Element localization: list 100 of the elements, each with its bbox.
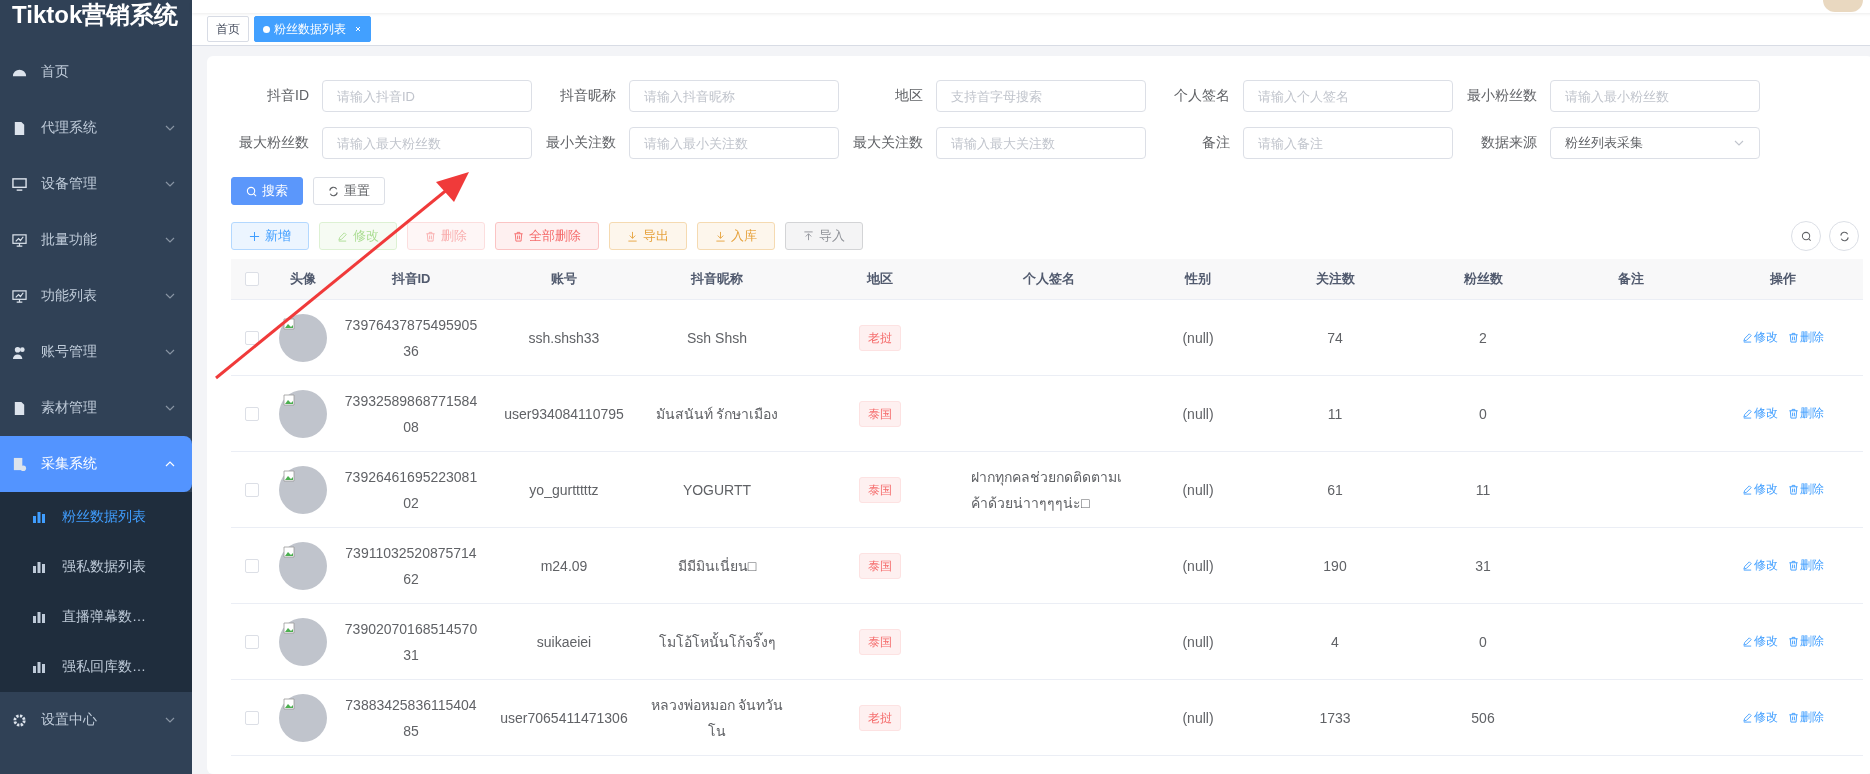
filter-label: 数据来源 <box>1480 134 1537 152</box>
search-form-button[interactable]: 重置 <box>313 177 385 205</box>
row-action-link[interactable]: 修改 <box>1742 633 1778 650</box>
checkbox[interactable] <box>245 558 259 573</box>
checkbox[interactable] <box>245 710 259 725</box>
checkbox[interactable] <box>245 482 259 497</box>
row-action-link[interactable]: 删除 <box>1788 709 1824 726</box>
button-icon <box>1788 712 1799 723</box>
search-icon <box>246 185 257 197</box>
menu-icon <box>12 232 27 248</box>
table-cell-text: 11 <box>1327 404 1343 424</box>
button-icon <box>1742 484 1753 495</box>
table-cell-text: มันสนันท์ รักษาเมือง <box>654 404 780 424</box>
row-action-link[interactable]: 修改 <box>1742 481 1778 498</box>
app-title: Tiktok营销系统 <box>11 0 180 30</box>
bar-chart-icon <box>32 560 46 574</box>
table-cell-text: (null) <box>1182 404 1214 424</box>
page-tab[interactable]: 首页 <box>207 16 249 42</box>
row-action-link[interactable]: 删除 <box>1788 557 1824 574</box>
submenu-item[interactable]: 直播弹幕数… <box>0 592 192 642</box>
bar-chart-icon <box>32 510 46 524</box>
toolbar-button[interactable]: 导出 <box>609 222 687 250</box>
button-icon <box>1742 636 1753 647</box>
region-tag: 泰国 <box>859 552 901 579</box>
sidebar-item[interactable]: 批量功能 <box>0 212 192 268</box>
input-field[interactable]: 请输入抖音ID <box>322 80 532 112</box>
toolbar-button[interactable]: 入库 <box>697 222 775 250</box>
table-cell-text: 7388342583611540485 <box>344 695 478 741</box>
table-cell-text: หลวงพ่อหมอก จันทวันโน <box>649 695 785 741</box>
filter-label: 最小粉丝数 <box>1466 87 1537 105</box>
submenu-item[interactable]: 强私数据列表 <box>0 542 192 592</box>
toolbar-button[interactable]: 全部删除 <box>495 222 599 250</box>
toolbar-button[interactable]: 导入 <box>785 222 863 250</box>
region-tag: 泰国 <box>859 628 901 655</box>
toolbar-button[interactable]: 新增 <box>231 222 309 250</box>
input-field[interactable]: 请输入最大粉丝数 <box>322 127 532 159</box>
input-field[interactable]: 请输入抖音昵称 <box>629 80 839 112</box>
table-cell-text: มีมีมินเนี่ยน□ <box>676 556 758 576</box>
input-field[interactable]: 请输入个人签名 <box>1243 80 1453 112</box>
row-action-link[interactable]: 删除 <box>1788 329 1824 346</box>
checkbox[interactable] <box>245 272 259 286</box>
button-icon <box>1788 560 1799 571</box>
sidebar-item[interactable]: 设备管理 <box>0 156 192 212</box>
column-header: 地区 <box>867 270 893 288</box>
column-header: 头像 <box>290 270 316 288</box>
input-field[interactable]: 请输入备注 <box>1243 127 1453 159</box>
checkbox[interactable] <box>245 330 259 345</box>
region-tag: 泰国 <box>859 400 901 427</box>
row-action-link[interactable]: 修改 <box>1742 405 1778 422</box>
input-field[interactable]: 请输入最小粉丝数 <box>1550 80 1760 112</box>
sidebar-item[interactable]: 账号管理 <box>0 324 192 380</box>
row-action-link[interactable]: 修改 <box>1742 709 1778 726</box>
sidebar-item[interactable]: 素材管理 <box>0 380 192 436</box>
input-field[interactable]: 支持首字母搜索 <box>936 80 1146 112</box>
table-cell-text: 74 <box>1327 328 1343 348</box>
column-header: 抖音昵称 <box>691 270 743 288</box>
menu-icon <box>12 288 27 304</box>
select-field[interactable]: 粉丝列表采集 <box>1550 127 1760 159</box>
sidebar-item[interactable]: 首页 <box>0 44 192 100</box>
submenu-item[interactable]: 粉丝数据列表 <box>0 492 192 542</box>
close-icon[interactable] <box>354 25 362 33</box>
table-cell-text: YOGURTT <box>681 480 753 500</box>
table-cell-text: 506 <box>1471 708 1495 728</box>
button-icon <box>803 230 814 242</box>
checkbox[interactable] <box>245 406 259 421</box>
row-action-link[interactable]: 删除 <box>1788 481 1824 498</box>
row-action-link[interactable]: 删除 <box>1788 633 1824 650</box>
table-cell-text: 31 <box>1475 556 1491 576</box>
sidebar-item[interactable]: 代理系统 <box>0 100 192 156</box>
row-action-link[interactable]: 修改 <box>1742 329 1778 346</box>
button-icon <box>1742 408 1753 419</box>
row-action-link[interactable]: 修改 <box>1742 557 1778 574</box>
column-header: 性别 <box>1185 270 1211 288</box>
table-cell-text: 7392646169522308102 <box>344 467 478 513</box>
sidebar-item[interactable]: 采集系统 <box>0 436 192 492</box>
sidebar-item[interactable]: 功能列表 <box>0 268 192 324</box>
column-header: 抖音ID <box>391 270 431 288</box>
bar-chart-icon <box>32 610 46 624</box>
row-action-link[interactable]: 删除 <box>1788 405 1824 422</box>
search-form-button[interactable]: 搜索 <box>231 177 303 205</box>
table-cell-text: 11 <box>1475 480 1491 500</box>
input-field[interactable]: 请输入最小关注数 <box>629 127 839 159</box>
input-field[interactable]: 请输入最大关注数 <box>936 127 1146 159</box>
column-header: 粉丝数 <box>1463 270 1503 288</box>
table-cell-text: 2 <box>1479 328 1487 348</box>
refresh-button[interactable] <box>1829 221 1859 251</box>
table-cell-text: 7397643787549590536 <box>344 315 478 361</box>
page-tab[interactable]: 粉丝数据列表 <box>254 16 371 42</box>
table-cell-text: Ssh Shsh <box>686 328 748 348</box>
region-tag: 泰国 <box>859 476 901 503</box>
table-cell-text: 0 <box>1479 632 1487 652</box>
menu-icon <box>12 176 27 192</box>
submenu-item[interactable]: 强私回库数… <box>0 642 192 692</box>
menu-icon <box>12 400 27 416</box>
sidebar-item[interactable]: 设置中心 <box>0 692 192 748</box>
search-toggle-button[interactable] <box>1791 221 1821 251</box>
table-cell-text: 4 <box>1331 632 1339 652</box>
checkbox[interactable] <box>245 634 259 649</box>
menu-icon <box>12 456 27 472</box>
user-avatar[interactable] <box>1823 0 1863 12</box>
